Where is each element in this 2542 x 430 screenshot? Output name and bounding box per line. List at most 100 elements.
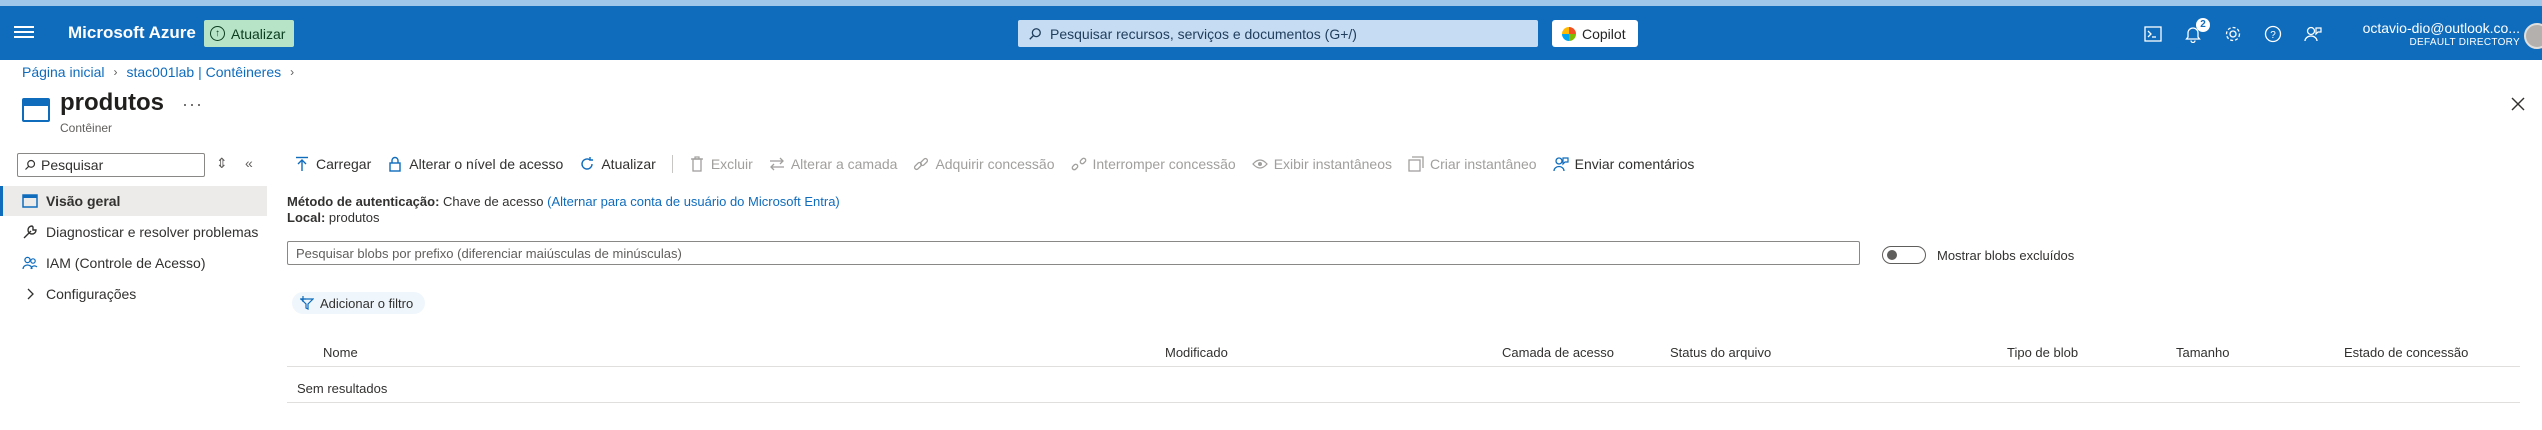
break-lease-button[interactable]: Interromper concessão <box>1071 156 1236 172</box>
copilot-button[interactable]: Copilot <box>1552 20 1638 47</box>
upload-button[interactable]: Carregar <box>294 156 371 172</box>
break-lease-label: Interromper concessão <box>1092 156 1236 172</box>
portal-header: Microsoft Azure ↑ Atualizar Pesquisar re… <box>0 6 2542 60</box>
search-icon <box>1029 27 1041 40</box>
column-header-blob-type[interactable]: Tipo de blob <box>2007 345 2078 360</box>
sidebar-item-settings[interactable]: Configurações <box>0 279 267 309</box>
column-header-size[interactable]: Tamanho <box>2176 345 2229 360</box>
column-header-name[interactable]: Nome <box>323 345 358 360</box>
overview-icon <box>22 193 38 209</box>
sidebar-item-iam[interactable]: IAM (Controle de Acesso) <box>0 248 267 278</box>
refresh-icon <box>579 156 595 172</box>
table-row-divider <box>287 402 2520 403</box>
sidebar-item-label: Configurações <box>46 286 137 302</box>
column-header-access-tier[interactable]: Camada de acesso <box>1502 345 1614 360</box>
notifications-icon[interactable]: 2 <box>2182 18 2210 45</box>
chevron-right-icon: › <box>113 65 118 79</box>
close-icon[interactable] <box>2508 94 2528 114</box>
show-deleted-blobs-toggle[interactable] <box>1882 246 1926 264</box>
blob-prefix-search-input[interactable]: Pesquisar blobs por prefixo (diferenciar… <box>287 241 1860 265</box>
sidebar-item-label: Diagnosticar e resolver problemas <box>46 224 259 240</box>
table-header-divider <box>287 366 2520 367</box>
avatar[interactable] <box>2524 23 2542 49</box>
view-snapshots-button[interactable]: Exibir instantâneos <box>1251 156 1392 172</box>
acquire-lease-button[interactable]: Adquirir concessão <box>913 156 1055 172</box>
column-header-modified[interactable]: Modificado <box>1165 345 1228 360</box>
show-deleted-blobs-label: Mostrar blobs excluídos <box>1937 248 2075 263</box>
update-label: Atualizar <box>231 25 286 42</box>
sidebar-search-input[interactable]: Pesquisar <box>17 153 205 177</box>
settings-gear-icon[interactable] <box>2222 23 2244 45</box>
copilot-label: Copilot <box>1582 25 1626 42</box>
column-header-lease-state[interactable]: Estado de concessão <box>2344 345 2468 360</box>
sidebar-item-overview[interactable]: Visão geral <box>0 186 267 216</box>
wrench-icon <box>22 224 38 240</box>
chevron-right-icon: › <box>290 65 295 79</box>
link-icon <box>913 156 929 172</box>
auth-method: Método de autenticação: Chave de acesso … <box>287 194 840 209</box>
add-filter-icon <box>300 296 314 310</box>
people-icon <box>22 255 38 271</box>
blob-search-placeholder: Pesquisar blobs por prefixo (diferenciar… <box>296 245 682 261</box>
swap-arrows-icon <box>769 156 785 172</box>
add-filter-button[interactable]: Adicionar o filtro <box>292 292 426 314</box>
sort-toggle-icon[interactable]: ⇕ <box>216 155 228 172</box>
change-tier-label: Alterar a camada <box>790 156 898 172</box>
breadcrumb-containers[interactable]: stac001lab | Contêineres <box>127 64 282 80</box>
account-email: octavio-dio@outlook.co... <box>2362 20 2520 36</box>
auth-method-value: Chave de acesso <box>443 194 544 209</box>
command-bar: Carregar Alterar o nível de acesso Atual… <box>294 152 1710 176</box>
account-directory: DEFAULT DIRECTORY <box>2409 37 2520 48</box>
container-icon <box>22 98 50 122</box>
page-title: produtos <box>60 89 164 116</box>
sidebar-item-diagnose[interactable]: Diagnosticar e resolver problemas <box>0 217 267 247</box>
eye-icon <box>1251 156 1268 172</box>
switch-auth-link[interactable]: (Alternar para conta de usuário do Micro… <box>547 194 840 209</box>
broken-link-icon <box>1071 156 1087 172</box>
snapshot-icon <box>1408 156 1424 172</box>
upload-icon <box>294 156 310 172</box>
view-snapshots-label: Exibir instantâneos <box>1273 156 1392 172</box>
location-label: Local: <box>287 210 326 225</box>
cloud-shell-icon[interactable] <box>2142 23 2164 45</box>
collapse-sidebar-icon[interactable]: « <box>245 155 253 171</box>
create-snapshot-label: Criar instantâneo <box>1429 156 1537 172</box>
svg-text:?: ? <box>2270 30 2276 41</box>
send-feedback-button[interactable]: Enviar comentários <box>1552 156 1695 172</box>
acquire-lease-label: Adquirir concessão <box>935 156 1055 172</box>
upload-label: Carregar <box>316 156 372 172</box>
update-button[interactable]: ↑ Atualizar <box>204 20 295 47</box>
location-value: produtos <box>328 210 380 225</box>
account-menu[interactable]: octavio-dio@outlook.co... DEFAULT DIRECT… <box>2348 20 2520 49</box>
empty-results-text: Sem resultados <box>297 381 388 396</box>
brand-name[interactable]: Microsoft Azure <box>68 23 196 43</box>
add-filter-label: Adicionar o filtro <box>320 295 414 311</box>
global-search-input[interactable]: Pesquisar recursos, serviços e documento… <box>1018 20 1538 47</box>
auth-method-label: Método de autenticação: <box>287 194 440 209</box>
sidebar-search-placeholder: Pesquisar <box>41 157 104 173</box>
feedback-icon <box>1552 156 1569 172</box>
breadcrumb-home[interactable]: Página inicial <box>22 64 105 80</box>
toolbar-divider <box>671 155 673 173</box>
notifications-badge: 2 <box>2196 18 2210 32</box>
column-header-archive-status[interactable]: Status do arquivo <box>1670 345 1771 360</box>
more-options-icon[interactable]: ··· <box>182 94 203 115</box>
feedback-person-icon[interactable] <box>2302 23 2324 45</box>
lock-icon <box>387 156 403 172</box>
delete-button[interactable]: Excluir <box>689 156 753 172</box>
search-icon <box>25 159 36 170</box>
send-feedback-label: Enviar comentários <box>1574 156 1695 172</box>
menu-icon[interactable] <box>14 23 34 43</box>
page-subtitle: Contêiner <box>60 121 113 135</box>
sidebar-item-label: IAM (Controle de Acesso) <box>46 255 206 271</box>
change-access-level-button[interactable]: Alterar o nível de acesso <box>387 156 563 172</box>
sidebar-item-label: Visão geral <box>46 193 121 209</box>
help-icon[interactable]: ? <box>2262 23 2284 45</box>
create-snapshot-button[interactable]: Criar instantâneo <box>1408 156 1537 172</box>
change-tier-button[interactable]: Alterar a camada <box>769 156 898 172</box>
location: Local: produtos <box>287 210 380 225</box>
refresh-button[interactable]: Atualizar <box>579 156 656 172</box>
global-search-placeholder: Pesquisar recursos, serviços e documento… <box>1050 25 1357 42</box>
refresh-label: Atualizar <box>601 156 656 172</box>
trash-icon <box>689 156 705 172</box>
